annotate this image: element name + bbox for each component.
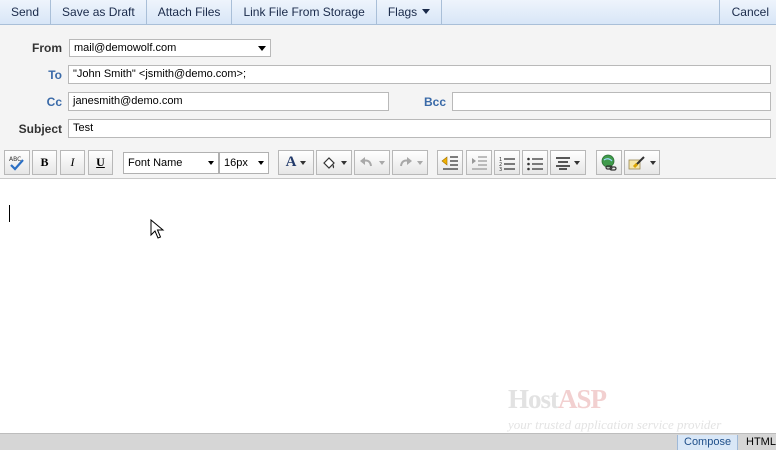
svg-text:3: 3 [499,167,502,171]
undo-button[interactable] [354,150,390,175]
insert-link-button[interactable] [596,150,622,175]
from-value: mail@demowolf.com [74,42,177,54]
outdent-button[interactable] [437,150,463,175]
outdent-icon [441,155,458,170]
cc-field[interactable]: janesmith@demo.com [68,92,389,111]
ordered-list-icon: 1 2 3 [499,157,515,171]
paint-bucket-icon [323,156,335,169]
align-button[interactable] [550,150,586,175]
watermark-host: Host [508,384,559,414]
message-editor[interactable] [0,180,776,433]
font-color-button[interactable]: A [278,150,314,175]
compose-mode-tab[interactable]: Compose [677,435,739,450]
subject-label: Subject [18,122,62,136]
spellcheck-icon: ABC [9,156,24,171]
mode-bar: Compose HTML [0,433,776,450]
redo-icon [400,156,412,166]
chevron-down-icon [258,161,264,165]
underline-button[interactable]: U [88,150,113,175]
chevron-down-icon [650,160,656,165]
chevron-down-icon [379,160,385,165]
brush-icon [628,155,645,169]
undo-icon [360,156,372,166]
from-label: From [32,41,62,55]
chevron-down-icon [341,160,347,165]
align-center-icon [556,156,570,170]
globe-link-icon [601,154,617,171]
bold-button[interactable]: B [32,150,57,175]
watermark-tagline: your trusted application service provide… [508,417,722,432]
indent-button[interactable] [466,150,492,175]
font-color-icon: A [285,154,297,170]
svg-text:ABC: ABC [9,156,21,163]
html-mode-tab[interactable]: HTML [740,435,776,450]
bcc-field[interactable] [452,92,771,111]
chevron-down-icon [300,160,307,165]
insert-image-button[interactable] [624,150,660,175]
redo-button[interactable] [392,150,428,175]
font-size-select[interactable]: 16px [219,152,269,174]
chevron-down-icon [258,46,266,51]
chevron-down-icon [574,160,580,165]
to-label[interactable]: To [12,68,62,82]
ordered-list-button[interactable]: 1 2 3 [494,150,520,175]
font-name-value: Font Name [128,157,183,169]
flags-dropdown[interactable]: Flags [377,0,443,24]
cc-label[interactable]: Cc [12,95,62,109]
chevron-down-icon [208,161,214,165]
text-caret [9,205,10,222]
link-file-button[interactable]: Link File From Storage [232,0,377,24]
bcc-label[interactable]: Bcc [396,95,446,109]
watermark-logo: HostASP [508,384,607,415]
mouse-pointer-icon [150,219,165,239]
send-button[interactable]: Send [0,0,52,24]
bullet-list-icon [527,157,543,170]
indent-icon [472,155,487,170]
attach-files-button[interactable]: Attach Files [147,0,233,24]
action-bar-spacer [442,0,718,24]
flags-label: Flags [387,5,418,19]
subject-field[interactable]: Test [68,119,771,138]
font-name-select[interactable]: Font Name [123,152,219,174]
chevron-down-icon [417,160,423,165]
cancel-button[interactable]: Cancel [718,0,776,24]
font-size-value: 16px [224,157,248,169]
spellcheck-button[interactable]: ABC [4,150,30,175]
chevron-down-icon [422,9,431,14]
from-select[interactable]: mail@demowolf.com [69,39,271,57]
italic-button[interactable]: I [60,150,85,175]
highlight-color-button[interactable] [316,150,352,175]
to-field[interactable]: "John Smith" <jsmith@demo.com>; [68,65,771,84]
watermark-asp: ASP [558,384,607,414]
action-bar: Send Save as Draft Attach Files Link Fil… [0,0,776,25]
save-draft-button[interactable]: Save as Draft [51,0,147,24]
unordered-list-button[interactable] [522,150,548,175]
